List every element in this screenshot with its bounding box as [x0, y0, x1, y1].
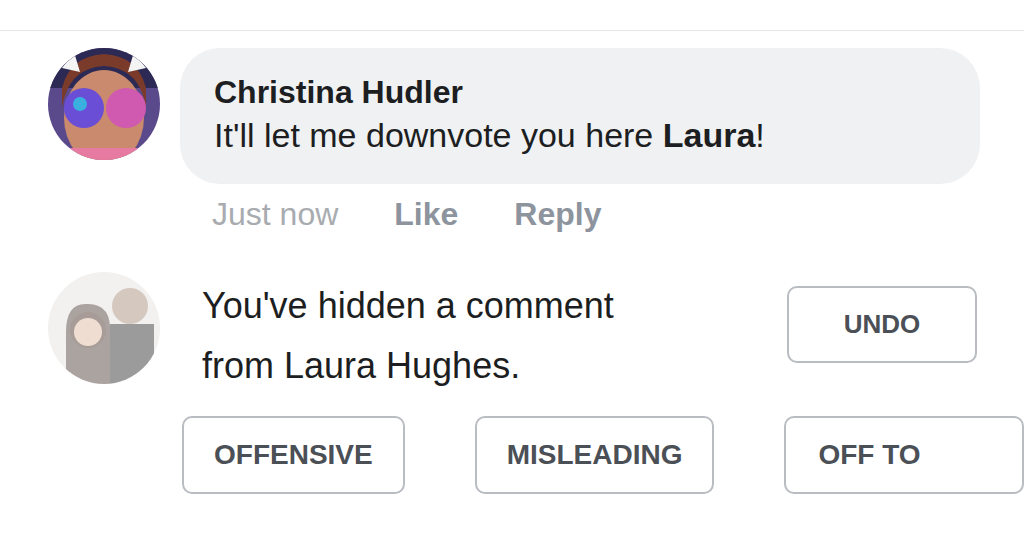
comment-author[interactable]: Christina Hudler [214, 72, 946, 112]
comment-text: It'll let me downvote you here Laura! [214, 112, 946, 158]
feedback-button[interactable]: OFF TO [784, 416, 1024, 494]
hidden-message: You've hidden a comment from Laura Hughe… [202, 276, 672, 396]
comment-text-part: It'll let me downvote you here [214, 116, 663, 154]
comment-bubble: Christina HudlerIt'll let me downvote yo… [180, 48, 980, 184]
laura-avatar-icon[interactable] [48, 272, 160, 384]
undo-button[interactable]: UNDO [787, 286, 977, 363]
comment: Christina HudlerIt'll let me downvote yo… [0, 48, 1024, 184]
feedback-button[interactable]: MISLEADING [475, 416, 715, 494]
feedback-button[interactable]: OFFENSIVE [182, 416, 405, 494]
mention[interactable]: Laura [663, 116, 756, 154]
hidden-comment: You've hidden a comment from Laura Hughe… [0, 272, 1024, 396]
christina-avatar-icon[interactable] [48, 48, 160, 160]
feedback-options: OFFENSIVE MISLEADING OFF TO [182, 416, 1024, 494]
comment-time[interactable]: Just now [212, 194, 338, 234]
comment-text-part: ! [755, 116, 764, 154]
top-divider [0, 0, 1024, 31]
comment-actions: Just now Like Reply [212, 194, 1024, 234]
like-button[interactable]: Like [394, 194, 458, 234]
reply-button[interactable]: Reply [514, 194, 601, 234]
